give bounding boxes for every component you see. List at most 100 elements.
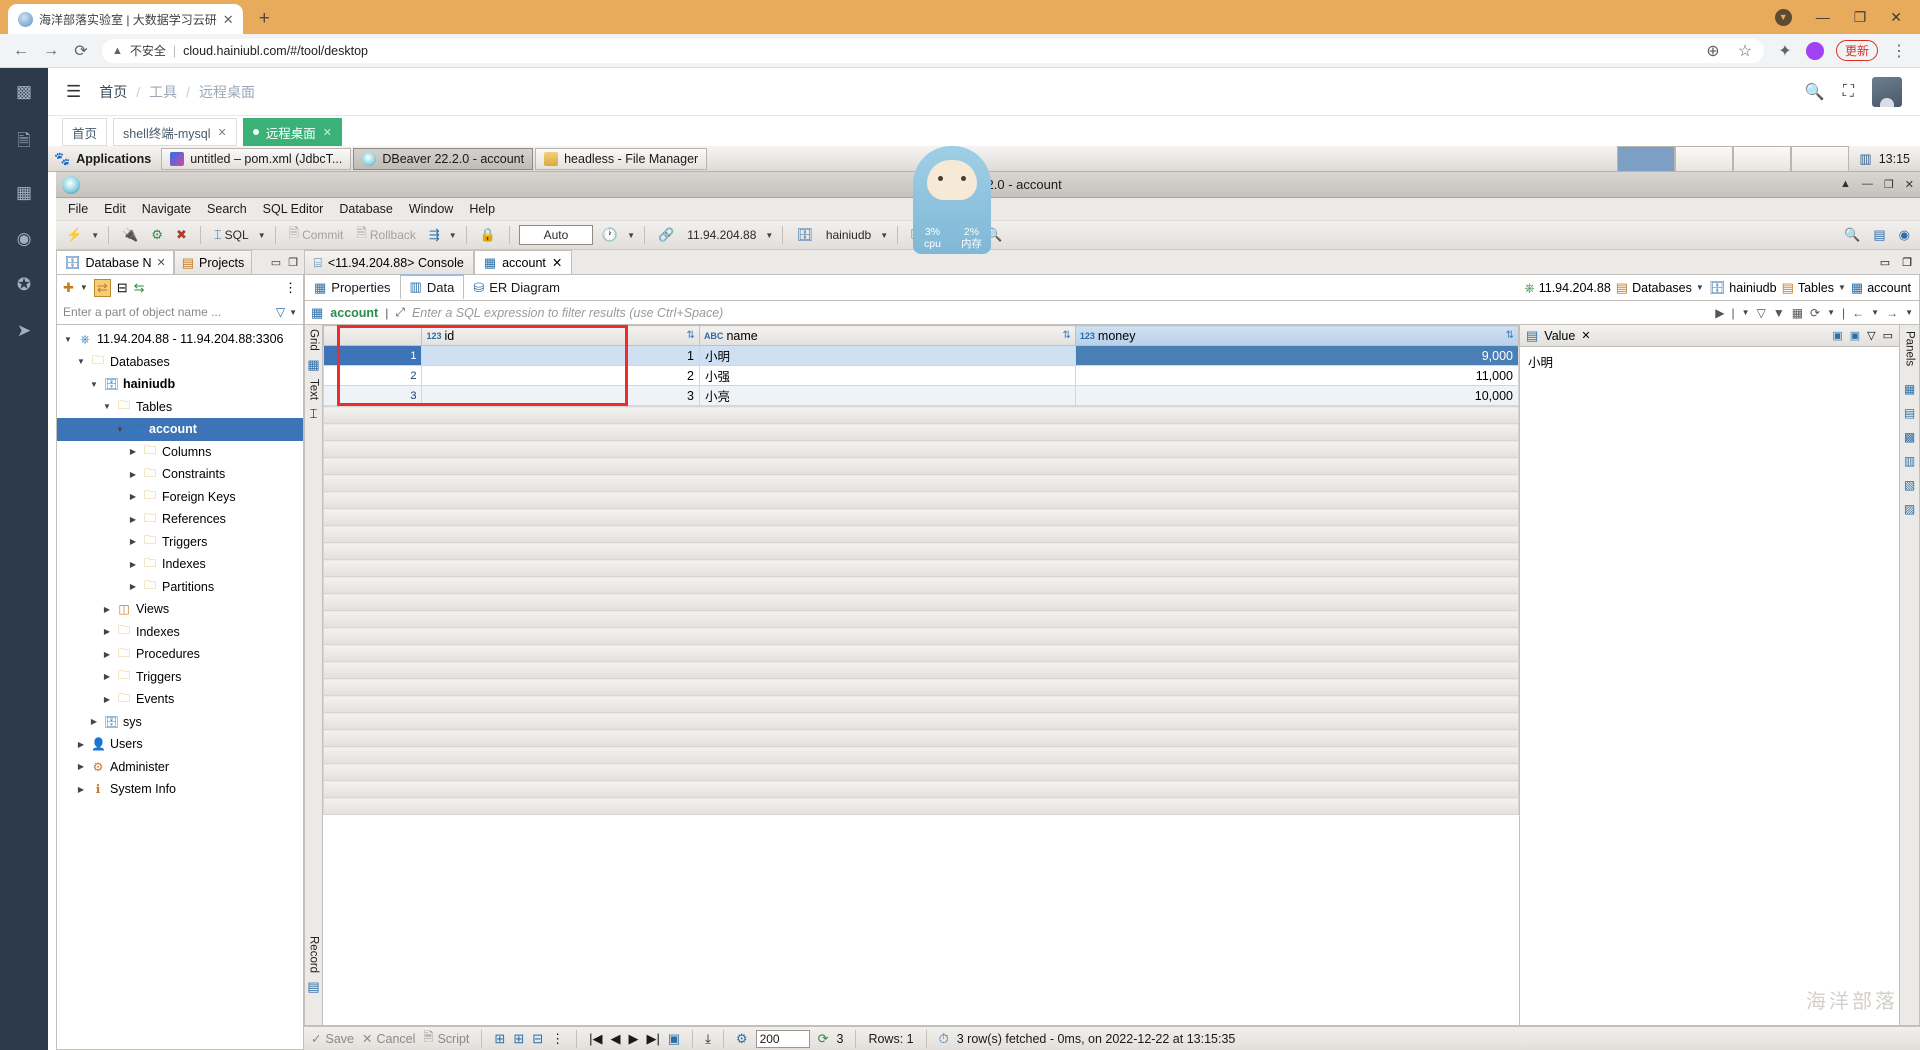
cell-name[interactable]: 小亮: [698, 385, 1076, 406]
connection-combo[interactable]: 11.94.204.88: [683, 226, 760, 244]
chevron-right-icon[interactable]: ▶: [102, 695, 112, 704]
app-tab-remote-desktop[interactable]: 远程桌面 ✕: [242, 118, 342, 146]
menu-file[interactable]: File: [68, 202, 88, 216]
chevron-down-icon[interactable]: ▼: [258, 231, 266, 240]
chevron-right-icon[interactable]: ▶: [128, 560, 138, 569]
chevron-down-icon[interactable]: ▼: [880, 231, 888, 240]
row-number[interactable]: 3: [322, 385, 423, 406]
table-row[interactable]: 2 2 小强 11,000: [322, 365, 1520, 386]
sort-icon[interactable]: ⇅: [687, 330, 695, 341]
export-icon[interactable]: ⤓: [705, 1031, 711, 1047]
cell-id[interactable]: 3: [421, 385, 700, 406]
tree-node-tables[interactable]: ▼ 🗀 Tables: [57, 396, 303, 419]
close-window-button[interactable]: ✕: [1890, 9, 1902, 26]
chevron-down-icon[interactable]: ▼: [1827, 308, 1835, 317]
maximize-icon[interactable]: ❐: [288, 256, 298, 269]
cell-name[interactable]: 小强: [698, 365, 1076, 386]
view-menu-icon[interactable]: ⋮: [284, 280, 297, 296]
document-icon[interactable]: 🗎: [17, 128, 31, 157]
tab-record[interactable]: Record: [307, 936, 319, 973]
chevron-down-icon[interactable]: ▼: [91, 231, 99, 240]
link-editor-icon[interactable]: ⇄: [93, 278, 111, 297]
download-icon[interactable]: ▼: [1774, 8, 1792, 26]
close-icon[interactable]: ✕: [552, 255, 562, 270]
minimize-icon[interactable]: ▭: [1880, 256, 1890, 269]
chevron-right-icon[interactable]: ▶: [128, 537, 138, 546]
breadcrumb-item-tools[interactable]: 工具: [149, 82, 177, 102]
send-icon[interactable]: ➤: [17, 321, 31, 341]
perspective-icon[interactable]: ▤: [1869, 225, 1889, 245]
fetch-all-icon[interactable]: ▣: [668, 1031, 680, 1047]
chevron-down-icon[interactable]: ▼: [63, 335, 73, 344]
tree-node-indexes[interactable]: ▶ 🗀 Indexes: [57, 553, 303, 576]
tree-node-columns[interactable]: ▶ 🗀 Columns: [57, 441, 303, 464]
cell-id[interactable]: 2: [421, 365, 700, 386]
column-header-name[interactable]: ABC name ⇅: [698, 325, 1076, 346]
disconnect-icon[interactable]: ✖: [172, 225, 191, 245]
path-table[interactable]: ▦ account: [1851, 280, 1911, 296]
value-panel-content[interactable]: 小明: [1520, 347, 1899, 1025]
database-tree[interactable]: ▼ ⎈ 11.94.204.88 - 11.94.204.88:3306 ▼ 🗀 Data…: [56, 324, 304, 1050]
tree-node-foreign-keys[interactable]: ▶ 🗀 Foreign Keys: [57, 486, 303, 509]
row-number[interactable]: 1: [322, 345, 423, 366]
menu-edit[interactable]: Edit: [104, 202, 126, 216]
settings-panel-icon[interactable]: ▨: [1904, 502, 1915, 516]
chevron-down-icon[interactable]: ▼: [1742, 308, 1750, 317]
database-combo[interactable]: hainiudb: [822, 226, 875, 244]
restore-icon[interactable]: ▲: [1840, 178, 1851, 191]
load-value-icon[interactable]: ▣: [1850, 329, 1860, 342]
maximize-icon[interactable]: ❐: [1902, 256, 1912, 269]
expand-icon[interactable]: ⤢: [395, 305, 405, 320]
path-tables[interactable]: ▤ Tables ▼: [1782, 280, 1846, 296]
dashboard-icon[interactable]: ▩: [16, 82, 32, 102]
update-button[interactable]: 更新: [1835, 40, 1878, 61]
calc-panel-icon[interactable]: ▩: [1904, 430, 1915, 444]
tree-node-triggers[interactable]: ▶ 🗀 Triggers: [57, 531, 303, 554]
chevron-down-icon[interactable]: ▼: [1905, 308, 1913, 317]
tab-text[interactable]: Text: [307, 379, 319, 400]
row-number[interactable]: 2: [322, 365, 423, 386]
new-object-icon[interactable]: ✚: [63, 280, 74, 296]
tab-grid[interactable]: Grid: [307, 329, 319, 351]
data-table[interactable]: 123 id ⇅ ABC name ⇅ 123 money ⇅ 1 1 小明 9…: [322, 325, 1520, 406]
maximize-icon[interactable]: ❐: [1884, 178, 1894, 191]
tab-er-diagram[interactable]: ⛁ ER Diagram: [464, 275, 569, 300]
transaction-mode-icon[interactable]: ⇶: [425, 225, 444, 245]
fullscreen-icon[interactable]: ⛶: [1843, 83, 1854, 101]
menu-window[interactable]: Window: [409, 202, 453, 216]
gear-icon[interactable]: ✪: [17, 275, 31, 295]
chevron-right-icon[interactable]: ▶: [102, 650, 112, 659]
chevron-down-icon[interactable]: ▼: [1696, 283, 1704, 292]
search-input[interactable]: Enter a part of object name ...: [63, 305, 272, 319]
lock-icon[interactable]: 🔒: [476, 225, 500, 245]
row-menu-icon[interactable]: ⋮: [551, 1031, 564, 1047]
connect-icon[interactable]: 🔌: [118, 225, 142, 245]
taskbar-item-intellij[interactable]: untitled – pom.xml (JdbcT...: [161, 147, 352, 170]
chevron-down-icon[interactable]: ▼: [765, 231, 773, 240]
last-page-icon[interactable]: ▶|: [647, 1031, 660, 1047]
chevron-down-icon[interactable]: ▼: [627, 231, 635, 240]
fetch-settings-icon[interactable]: ⚙: [736, 1031, 748, 1047]
cell-id[interactable]: 1: [421, 345, 700, 366]
search-icon[interactable]: 🔍: [1805, 82, 1825, 102]
workspace-1[interactable]: [1617, 146, 1676, 172]
refresh-connection-icon[interactable]: ⚙: [147, 225, 167, 245]
sql-editor-button[interactable]: ⌶ SQL: [210, 225, 253, 245]
prev-page-icon[interactable]: ◀: [611, 1031, 621, 1047]
close-icon[interactable]: ✕: [218, 126, 227, 139]
chevron-down-icon[interactable]: ▼: [89, 380, 99, 389]
path-database[interactable]: 🗄 hainiudb: [1709, 280, 1777, 296]
column-header-id[interactable]: 123 id ⇅: [421, 325, 700, 346]
minimize-icon[interactable]: ▭: [1883, 329, 1893, 342]
value-panel-icon[interactable]: ▤: [1904, 406, 1915, 420]
zoom-icon[interactable]: ⊕: [1704, 41, 1722, 61]
tree-node-11-94-204-88-11-94-204-88-3306[interactable]: ▼ ⎈ 11.94.204.88 - 11.94.204.88:3306: [57, 328, 303, 351]
chevron-right-icon[interactable]: ▶: [76, 762, 86, 771]
sort-icon[interactable]: ⇅: [1063, 330, 1071, 341]
hamburger-icon[interactable]: ☰: [66, 82, 81, 102]
app-tab-home[interactable]: 首页: [62, 118, 108, 146]
chevron-down-icon[interactable]: ▼: [1871, 308, 1879, 317]
address-bar[interactable]: ▲ 不安全 | cloud.hainiubl.com/#/tool/deskto…: [102, 38, 1764, 63]
chevron-right-icon[interactable]: ▶: [128, 447, 138, 456]
chevron-down-icon[interactable]: ▼: [1838, 283, 1846, 292]
